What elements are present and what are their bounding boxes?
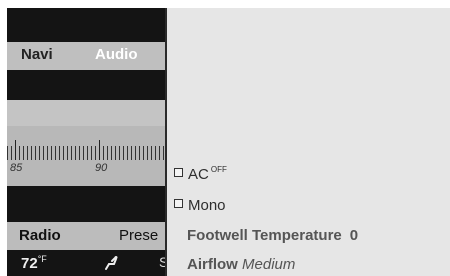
menu-item-airflow[interactable]: Airflow Medium xyxy=(187,256,295,273)
seat-heating-icon[interactable] xyxy=(103,255,119,271)
nav-audio-tab[interactable]: Audio xyxy=(95,46,138,63)
temperature-unit: °F xyxy=(37,254,47,264)
major-tick xyxy=(99,140,100,160)
frequency-label: 85 xyxy=(10,162,23,174)
source-softkeys: Radio Prese xyxy=(7,222,165,250)
footwell-value: 0 xyxy=(349,227,359,244)
ac-state: OFF xyxy=(210,165,227,174)
radio-button[interactable]: Radio xyxy=(19,227,61,244)
temperature-value: 72 xyxy=(21,255,38,272)
tuner-frequency-scale[interactable]: 85 90 xyxy=(7,100,165,186)
ac-label: AC xyxy=(188,166,209,183)
climate-status-bar: 72°F S xyxy=(7,250,165,276)
menu-item-footwell-temperature[interactable]: Footwell Temperature 0 xyxy=(187,227,358,244)
menu-item-mono[interactable]: Mono xyxy=(174,197,226,214)
major-tick xyxy=(15,140,16,160)
audio-panel: Navi Audio 85 90 Radio Prese 72°F S xyxy=(7,8,165,276)
main-nav-bar: Navi Audio xyxy=(7,42,165,70)
tuner-band xyxy=(7,100,165,126)
frequency-ticks xyxy=(7,146,165,160)
footwell-label: Footwell Temperature xyxy=(187,227,342,244)
nav-navi-tab[interactable]: Navi xyxy=(21,46,53,63)
media-screen: Navi Audio 85 90 Radio Prese 72°F S AC O… xyxy=(7,8,450,276)
airflow-value: Medium xyxy=(242,256,296,273)
temperature-readout[interactable]: 72°F xyxy=(21,254,47,272)
presets-button[interactable]: Prese xyxy=(119,227,158,244)
airflow-label: Airflow xyxy=(187,256,238,273)
checkbox-icon xyxy=(174,199,183,208)
checkbox-icon xyxy=(174,168,183,177)
panel-divider xyxy=(165,8,167,276)
mono-label: Mono xyxy=(188,197,226,214)
frequency-label: 90 xyxy=(95,162,108,174)
menu-item-ac[interactable]: AC OFF xyxy=(174,165,227,183)
